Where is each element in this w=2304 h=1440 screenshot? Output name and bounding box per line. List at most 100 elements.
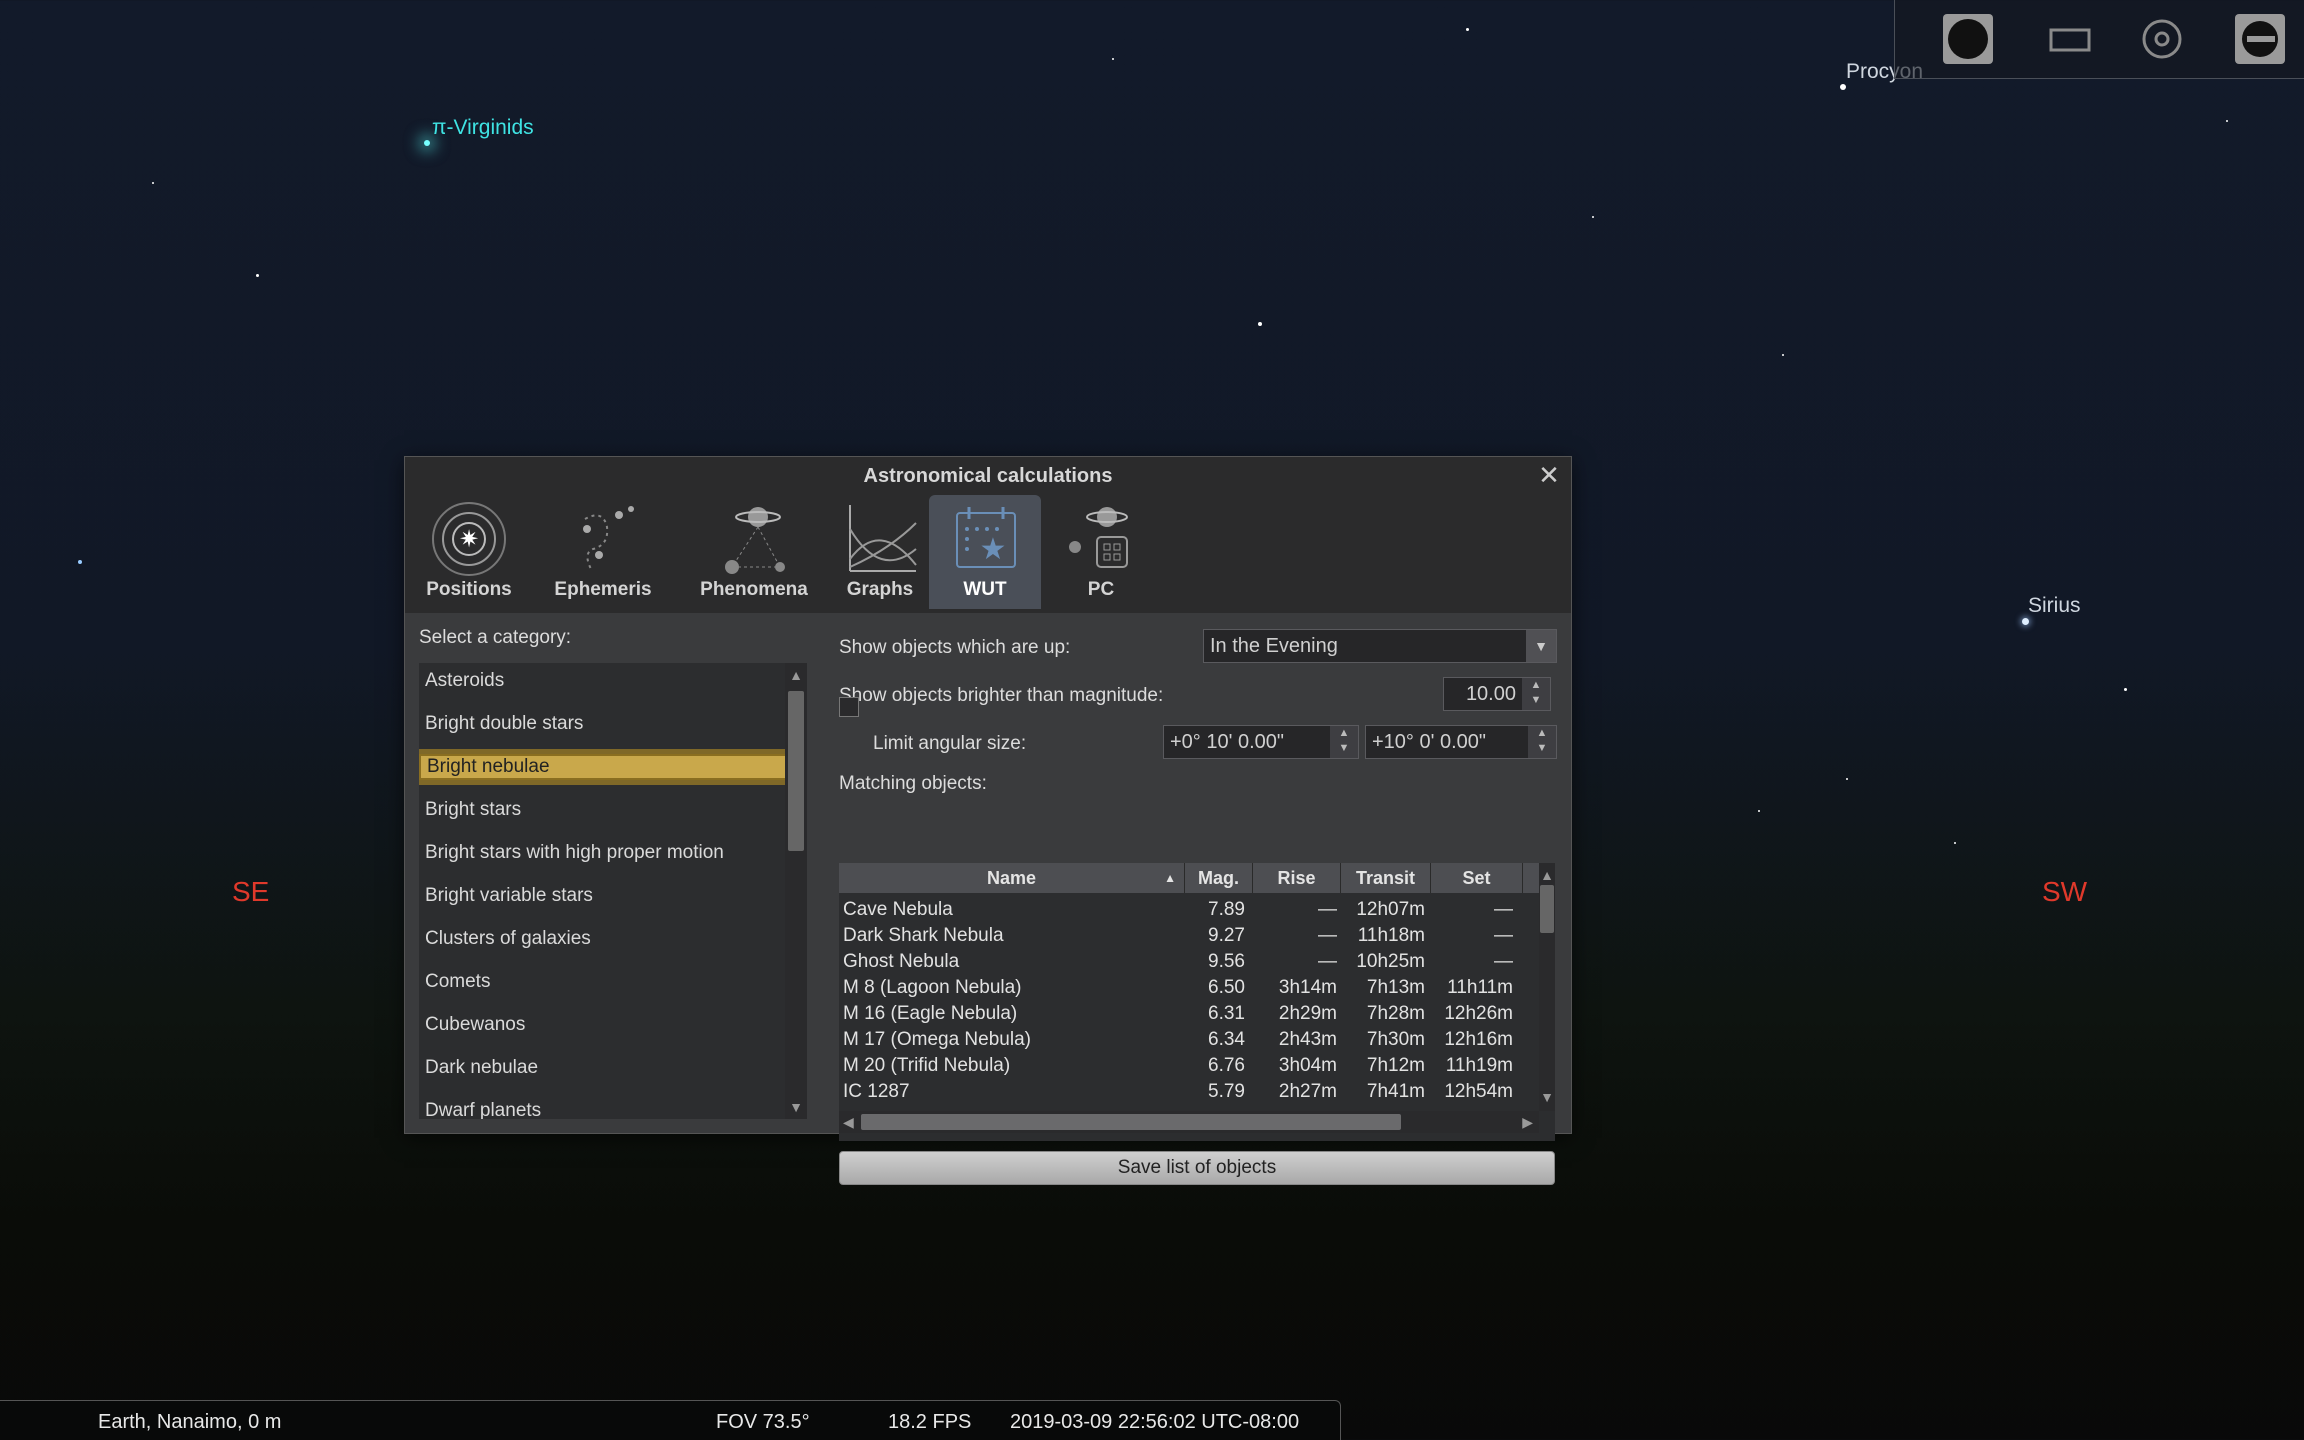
cardinal-se: SE: [232, 876, 270, 907]
limit-min-spinbox[interactable]: +0° 10' 0.00" ▲ ▼: [1163, 725, 1359, 759]
category-list[interactable]: Asteroids Bright double stars Bright neb…: [419, 663, 807, 1119]
location-text[interactable]: Earth, Nanaimo, 0 m: [98, 1411, 281, 1434]
category-item[interactable]: Clusters of galaxies: [419, 921, 803, 957]
table-row[interactable]: M 17 (Omega Nebula) 6.34 2h43m 7h30m 12h…: [839, 1027, 1535, 1053]
limit-size-checkbox[interactable]: [839, 697, 859, 717]
chevron-down-icon[interactable]: ▼: [1526, 630, 1556, 662]
category-item[interactable]: Dark nebulae: [419, 1050, 803, 1086]
fov-text: FOV 73.5°: [716, 1411, 810, 1433]
column-header-name[interactable]: Name ▲: [839, 863, 1185, 893]
star-procyon[interactable]: [1840, 84, 1846, 90]
tab-pc[interactable]: PC: [1051, 495, 1151, 609]
show-up-select[interactable]: In the Evening ▼: [1203, 629, 1557, 663]
limit-max-spinbox[interactable]: +10° 0' 0.00" ▲ ▼: [1365, 725, 1557, 759]
spin-arrows-icon[interactable]: ▲ ▼: [1528, 726, 1556, 758]
scroll-up-icon[interactable]: ▲: [788, 667, 804, 683]
column-header-mag[interactable]: Mag.: [1185, 863, 1253, 893]
category-item[interactable]: Bright stars: [419, 792, 803, 828]
star: [1846, 778, 1848, 780]
limit-min-value: +0° 10' 0.00": [1170, 731, 1285, 753]
table-row[interactable]: M 20 (Trifid Nebula) 6.76 3h04m 7h12m 11…: [839, 1053, 1535, 1079]
limit-size-label: Limit angular size:: [873, 733, 1027, 754]
category-item[interactable]: Comets: [419, 964, 803, 1000]
show-up-label: Show objects which are up:: [839, 637, 1071, 658]
category-item-selected[interactable]: Bright nebulae: [419, 754, 803, 780]
star: [1592, 216, 1594, 218]
category-scrollbar[interactable]: ▲ ▼: [785, 663, 807, 1119]
table-row[interactable]: Ghost Nebula 9.56 — 10h25m —: [839, 949, 1535, 975]
scroll-right-icon[interactable]: ▶: [1522, 1114, 1533, 1131]
magnitude-value: 10.00: [1465, 683, 1516, 705]
star: [1758, 810, 1760, 812]
scroll-left-icon[interactable]: ◀: [843, 1114, 854, 1131]
category-item[interactable]: Bright double stars: [419, 706, 803, 742]
column-header-transit[interactable]: Transit: [1341, 863, 1431, 893]
tab-ephemeris[interactable]: Ephemeris: [535, 495, 671, 609]
category-item[interactable]: Asteroids: [419, 663, 803, 699]
star: [1466, 28, 1469, 31]
spin-arrows-icon[interactable]: ▲ ▼: [1522, 678, 1550, 710]
settings-tool-button[interactable]: [2233, 12, 2287, 66]
star: [1258, 322, 1262, 326]
scroll-up-icon[interactable]: ▲: [1539, 867, 1555, 883]
ephemeris-icon: [583, 506, 634, 570]
star-sirius[interactable]: [2022, 618, 2029, 625]
table-vertical-scrollbar[interactable]: ▲ ▼: [1539, 863, 1555, 1111]
magnitude-spinbox[interactable]: 10.00 ▲ ▼: [1443, 677, 1551, 711]
star: [256, 274, 259, 277]
table-row[interactable]: Cave Nebula 7.89 — 12h07m —: [839, 897, 1535, 923]
scroll-down-icon[interactable]: ▼: [788, 1099, 804, 1115]
close-icon[interactable]: ✕: [1537, 462, 1561, 488]
category-item[interactable]: Dwarf planets: [419, 1093, 803, 1119]
meteor-shower-label[interactable]: π-Virginids: [432, 116, 534, 140]
category-item[interactable]: Bright variable stars: [419, 878, 803, 914]
wut-panel: Select a category: Asteroids Bright doub…: [405, 613, 1571, 1185]
tab-positions[interactable]: ✷ Positions: [413, 495, 525, 609]
graphs-icon: [849, 505, 917, 572]
star: [2124, 688, 2127, 691]
table-row[interactable]: M 8 (Lagoon Nebula) 6.50 3h14m 7h13m 11h…: [839, 975, 1535, 1001]
column-header-set[interactable]: Set: [1431, 863, 1523, 893]
column-header-rise[interactable]: Rise: [1253, 863, 1341, 893]
svg-text:★: ★: [980, 533, 1007, 566]
table-row[interactable]: IC 1287 5.79 2h27m 7h41m 12h54m: [839, 1079, 1535, 1105]
tab-label: PC: [1087, 579, 1115, 600]
sirius-label[interactable]: Sirius: [2028, 594, 2081, 618]
star: [1782, 354, 1784, 356]
fullscreen-button[interactable]: [2043, 12, 2097, 66]
table-horizontal-scrollbar[interactable]: ◀ ▶: [839, 1111, 1539, 1133]
scroll-thumb[interactable]: [861, 1114, 1401, 1130]
show-up-value: In the Evening: [1210, 635, 1338, 657]
tab-wut[interactable]: ★ WUT: [929, 495, 1041, 609]
scroll-thumb[interactable]: [1540, 885, 1554, 933]
save-list-button[interactable]: Save list of objects: [839, 1151, 1555, 1185]
settings-tool-icon: [2235, 14, 2285, 64]
table-row[interactable]: M 16 (Eagle Nebula) 6.31 2h29m 7h28m 12h…: [839, 1001, 1535, 1027]
fullscreen-icon: [2049, 28, 2091, 52]
category-item[interactable]: Cubewanos: [419, 1007, 803, 1043]
pc-icon: [1069, 507, 1128, 568]
target-button[interactable]: [2135, 12, 2189, 66]
positions-icon: ✷: [432, 502, 506, 576]
tab-graphs[interactable]: Graphs: [833, 495, 927, 609]
tab-label: Phenomena: [700, 579, 808, 600]
dialog-title[interactable]: Astronomical calculations: [405, 457, 1571, 495]
table-row[interactable]: Dark Shark Nebula 9.27 — 11h18m —: [839, 923, 1535, 949]
fps-text: 18.2 FPS: [888, 1411, 972, 1433]
star: [1112, 58, 1114, 60]
datetime-text[interactable]: 2019-03-09 22:56:02 UTC-08:00: [1010, 1411, 1299, 1434]
spin-arrows-icon[interactable]: ▲ ▼: [1330, 726, 1358, 758]
night-mode-button[interactable]: [1941, 12, 1995, 66]
table-header: Name ▲ Mag. Rise Transit Set: [839, 863, 1539, 893]
tab-phenomena[interactable]: Phenomena: [681, 495, 827, 609]
tab-label: WUT: [963, 579, 1007, 600]
scroll-thumb[interactable]: [788, 691, 804, 851]
target-icon: [2142, 19, 2182, 59]
matching-objects-table[interactable]: Name ▲ Mag. Rise Transit Set Cave Nebula…: [839, 863, 1555, 1141]
svg-text:✷: ✷: [459, 526, 479, 553]
tab-label: Positions: [426, 579, 512, 600]
category-item[interactable]: Bright stars with high proper motion: [419, 835, 803, 871]
scroll-down-icon[interactable]: ▼: [1539, 1089, 1555, 1105]
top-toolbar: [1894, 0, 2304, 79]
tab-label: Ephemeris: [554, 579, 652, 600]
